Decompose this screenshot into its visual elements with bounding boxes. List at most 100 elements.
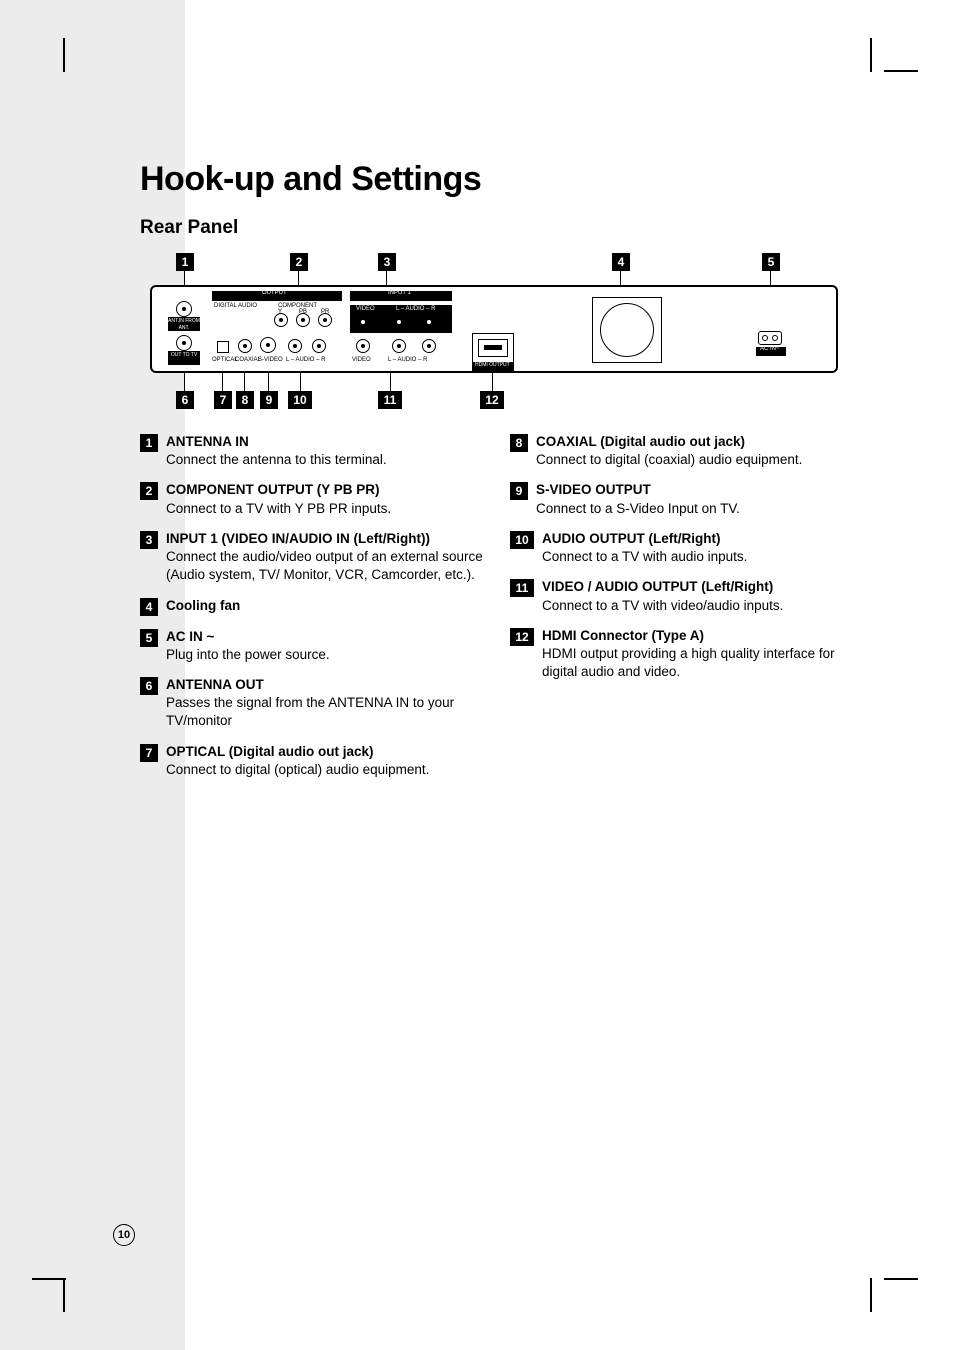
output-header-label: OUTPUT (262, 290, 287, 296)
input1-audio-l-port-icon (392, 315, 406, 329)
crop-mark (63, 1278, 65, 1312)
crop-mark (870, 1278, 872, 1312)
list-item: 3 INPUT 1 (VIDEO IN/AUDIO IN (Left/Right)… (140, 530, 490, 585)
input1-header-band: INPUT 1 (350, 291, 452, 301)
item-number-badge: 6 (140, 677, 158, 695)
audio-out-label: L – AUDIO – R (286, 357, 325, 363)
item-number-badge: 8 (510, 434, 528, 452)
item-text: S-VIDEO OUTPUTConnect to a S-Video Input… (536, 481, 860, 517)
antenna-out-label: OUT TO TV (168, 351, 200, 365)
crop-mark (884, 1278, 918, 1280)
section-title: Rear Panel (140, 217, 860, 239)
item-description: Connect the antenna to this terminal. (166, 452, 387, 467)
item-number-badge: 10 (510, 531, 534, 549)
item-number-badge: 12 (510, 628, 534, 646)
component-pr-port-icon (318, 313, 332, 327)
rear-panel-box: ANT.IN FROM ANT. OUT TO TV OUTPUT INPUT … (150, 285, 838, 373)
item-title: Cooling fan (166, 598, 240, 613)
coaxial-port-icon (238, 339, 252, 353)
hdmi-port-icon (478, 339, 508, 357)
item-title: HDMI Connector (Type A) (542, 628, 704, 643)
item-title: OPTICAL (Digital audio out jack) (166, 744, 374, 759)
item-description: Plug into the power source. (166, 647, 330, 662)
input1-video-label: VIDEO (356, 306, 375, 312)
item-description: Connect to a TV with audio inputs. (542, 549, 747, 564)
antenna-in-label: ANT.IN FROM ANT. (168, 317, 200, 331)
list-item: 9 S-VIDEO OUTPUTConnect to a S-Video Inpu… (510, 481, 860, 517)
optical-port-icon (217, 341, 229, 353)
item-description: Connect the audio/video output of an ext… (166, 549, 483, 582)
callout-line (390, 373, 391, 391)
callout-row-bottom: 6 7 8 9 10 11 12 (140, 383, 840, 423)
callout-badge: 12 (480, 391, 504, 409)
item-title: ANTENNA IN (166, 434, 249, 449)
hdmi-output-label: HDMI OUTPUT (475, 362, 510, 368)
item-title: INPUT 1 (VIDEO IN/AUDIO IN (Left/Right)) (166, 531, 430, 546)
item-number-badge: 4 (140, 598, 158, 616)
callout-badge: 4 (612, 253, 630, 271)
item-title: VIDEO / AUDIO OUTPUT (Left/Right) (542, 579, 773, 594)
callout-badge: 1 (176, 253, 194, 271)
item-title: COAXIAL (Digital audio out jack) (536, 434, 745, 449)
page-title: Hook-up and Settings (140, 160, 860, 199)
item-title: COMPONENT OUTPUT (Y PB PR) (166, 482, 380, 497)
callout-line (244, 373, 245, 391)
manual-page: Hook-up and Settings Rear Panel 1 2 3 4 … (0, 0, 954, 1350)
component-pb-port-icon (296, 313, 310, 327)
ac-in-port-icon (758, 331, 782, 345)
items-right-column: 8COAXIAL (Digital audio out jack)Connect… (510, 433, 860, 791)
callout-line (222, 373, 223, 391)
content-area: Hook-up and Settings Rear Panel 1 2 3 4 … (140, 160, 860, 791)
input1-header-label: INPUT 1 (388, 290, 411, 296)
callout-line (300, 373, 301, 391)
component-label: COMPONENT (278, 303, 317, 309)
item-text: AC IN ~ Plug into the power source. (166, 628, 490, 664)
list-item: 6 ANTENNA OUT Passes the signal from the A… (140, 676, 490, 731)
svideo-label: S-VIDEO (258, 357, 283, 363)
item-text: Cooling fan (166, 597, 490, 616)
y-label: Y (278, 309, 282, 315)
callout-badge: 6 (176, 391, 194, 409)
item-text: COMPONENT OUTPUT (Y PB PR) Connect to a T… (166, 481, 490, 517)
item-text: AUDIO OUTPUT (Left/Right) Connect to a TV… (542, 530, 860, 566)
pb-label: PB (299, 309, 307, 315)
item-title: ANTENNA OUT (166, 677, 264, 692)
acin-label: AC IN~ (760, 346, 780, 352)
callout-badge: 8 (236, 391, 254, 409)
item-title: AUDIO OUTPUT (Left/Right) (542, 531, 720, 546)
list-item: 11VIDEO / AUDIO OUTPUT (Left/Right)Conne… (510, 578, 860, 614)
item-title: AC IN ~ (166, 629, 214, 644)
list-item: 7 OPTICAL (Digital audio out jack) Connect… (140, 743, 490, 779)
item-description: Passes the signal from the ANTENNA IN to… (166, 695, 454, 728)
input1-audio-label: L – AUDIO – R (396, 306, 435, 312)
av-out-audio-label: L – AUDIO – R (388, 357, 427, 363)
list-item: 12 HDMI Connector (Type A) HDMI output pro… (510, 627, 860, 682)
cooling-fan-icon (600, 303, 654, 357)
input1-video-port-icon (356, 315, 370, 329)
callout-badge: 10 (288, 391, 312, 409)
item-description: Connect to digital (optical) audio equip… (166, 762, 429, 777)
item-number-badge: 9 (510, 482, 528, 500)
page-number: 10 (113, 1224, 135, 1246)
item-text: OPTICAL (Digital audio out jack) Connect … (166, 743, 490, 779)
callout-badge: 7 (214, 391, 232, 409)
item-text: ANTENNA IN Connect the antenna to this te… (166, 433, 490, 469)
callout-badge: 2 (290, 253, 308, 271)
item-description: HDMI output providing a high quality int… (542, 646, 835, 679)
av-out-audio-r-port-icon (422, 339, 436, 353)
item-text: ANTENNA OUT Passes the signal from the AN… (166, 676, 490, 731)
video-out-label: VIDEO (352, 357, 371, 363)
item-text: COAXIAL (Digital audio out jack)Connect … (536, 433, 860, 469)
antenna-ports: ANT.IN FROM ANT. OUT TO TV (166, 297, 202, 359)
item-number-badge: 7 (140, 744, 158, 762)
item-description: Connect to a S-Video Input on TV. (536, 501, 740, 516)
item-number-badge: 3 (140, 531, 158, 549)
svideo-port-icon (260, 337, 276, 353)
item-text: VIDEO / AUDIO OUTPUT (Left/Right) Connect… (542, 578, 860, 614)
antenna-out-port-icon (176, 335, 192, 351)
callout-badge: 9 (260, 391, 278, 409)
callout-badge: 11 (378, 391, 402, 409)
item-description: Connect to a TV with Y PB PR inputs. (166, 501, 391, 516)
item-description: Connect to a TV with video/audio inputs. (542, 598, 783, 613)
item-text: HDMI Connector (Type A) HDMI output provi… (542, 627, 860, 682)
